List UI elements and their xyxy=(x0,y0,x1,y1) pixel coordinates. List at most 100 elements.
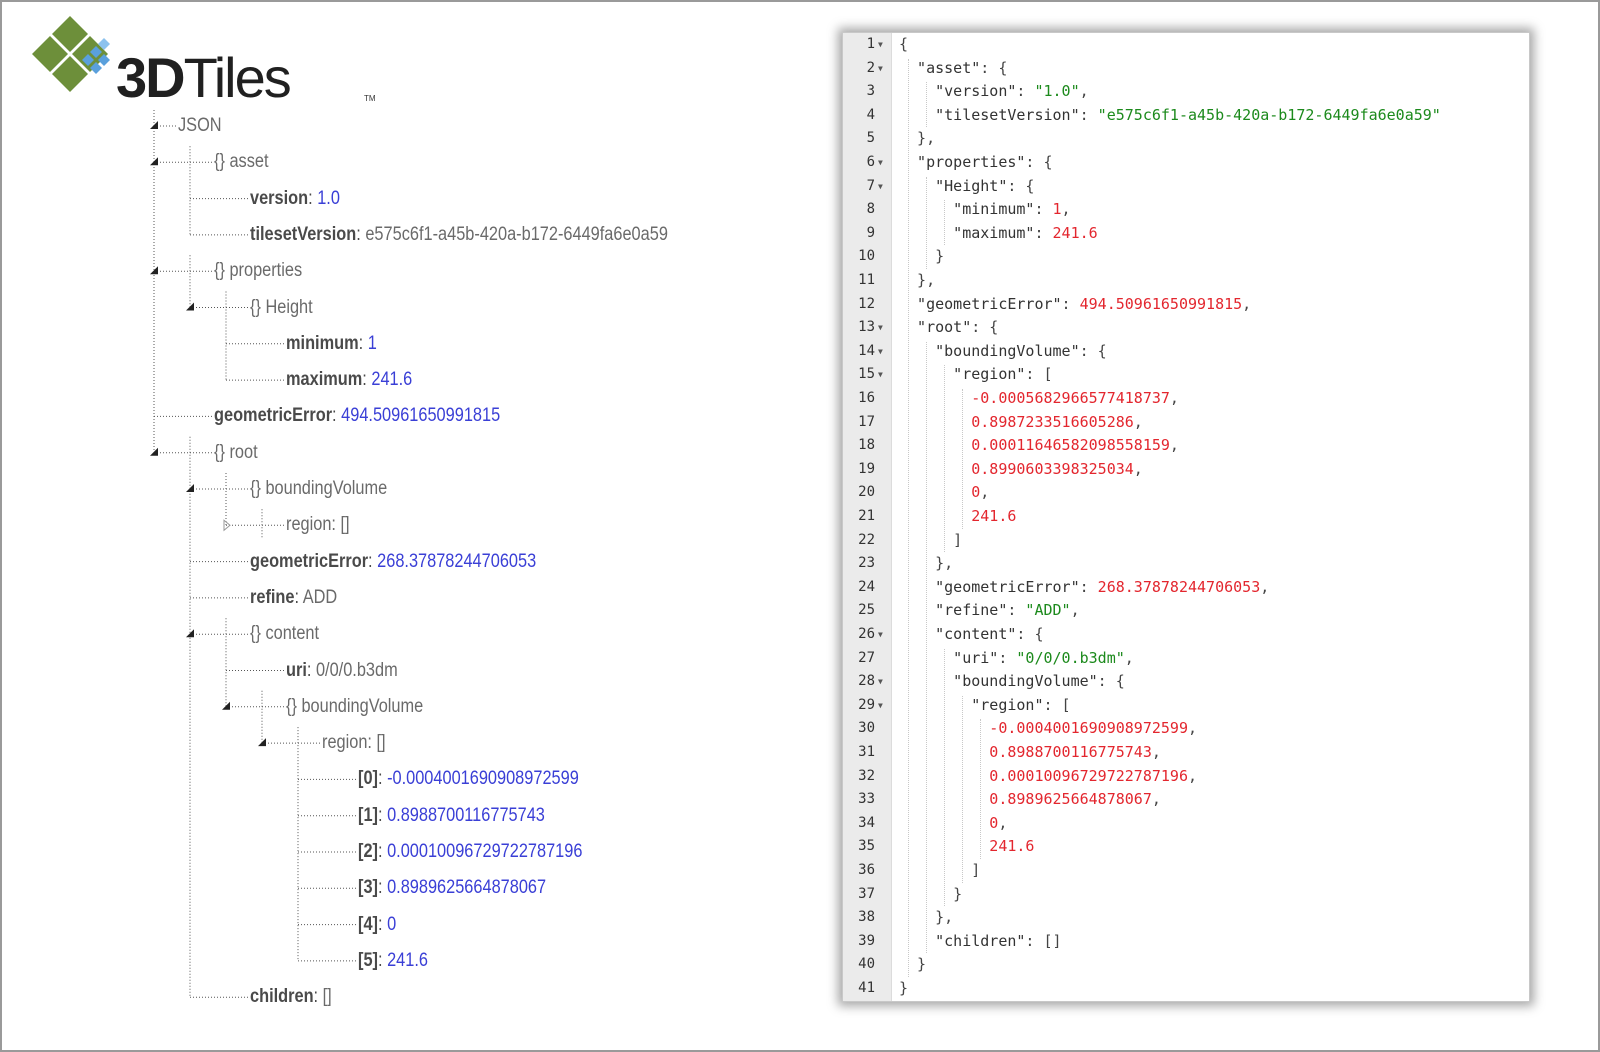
line-number: 4 xyxy=(866,106,875,123)
code-text: }, xyxy=(935,906,953,930)
line-number: 31 xyxy=(858,744,875,760)
json-number: -0.0004001690908972599 xyxy=(989,719,1188,738)
json-key: "minimum" xyxy=(953,200,1035,219)
tree-leaf-colon: : xyxy=(306,659,316,681)
code-text: 0, xyxy=(971,481,989,505)
line-number: 7 xyxy=(866,177,875,194)
collapse-triangle-icon[interactable] xyxy=(186,629,194,638)
json-number: 0.8988700116775743 xyxy=(989,743,1152,761)
tree-node[interactable]: {} Height xyxy=(250,294,313,322)
json-punctuation: : xyxy=(1061,294,1080,313)
collapse-triangle-icon[interactable] xyxy=(150,447,158,456)
tree-leaf-key: refine xyxy=(250,586,295,608)
fold-arrow-icon[interactable]: ▼ xyxy=(878,340,888,364)
fold-arrow-icon[interactable]: ▼ xyxy=(878,175,888,199)
code-text: "geometricError": 494.50961650991815, xyxy=(917,293,1251,317)
tree-leaf-key: [3] xyxy=(358,877,378,899)
code-text: "region": [ xyxy=(971,694,1070,718)
code-text: "content": { xyxy=(935,623,1043,647)
json-punctuation: : xyxy=(1034,223,1053,242)
code-line: 30 -0.0004001690908972599, xyxy=(843,717,1529,741)
indent-guide xyxy=(980,719,982,859)
code-text: 0.8989625664878067, xyxy=(989,788,1161,812)
json-punctuation: ] xyxy=(953,530,963,549)
code-line: 33 0.8989625664878067, xyxy=(843,788,1529,812)
tree-node[interactable]: {} properties xyxy=(214,257,302,285)
fold-arrow-icon[interactable]: ▼ xyxy=(878,316,888,340)
json-key: "geometricError" xyxy=(917,294,1062,313)
json-punctuation: : [ xyxy=(1043,695,1071,714)
code-text: { xyxy=(899,33,908,57)
tree-leaf: refine: ADD xyxy=(250,584,337,612)
fold-arrow-icon[interactable]: ▼ xyxy=(878,57,888,81)
tree-node[interactable]: {} content xyxy=(250,620,319,648)
tree-leaf-colon: : xyxy=(294,586,303,608)
code-line: 23}, xyxy=(843,552,1529,576)
fold-arrow-icon[interactable]: ▼ xyxy=(878,623,888,647)
code-line: 7 ▼ "Height": { xyxy=(843,175,1529,199)
line-number: 30 xyxy=(858,720,875,737)
fold-arrow-icon[interactable]: ▼ xyxy=(878,151,888,175)
code-line: 22] xyxy=(843,529,1529,553)
indent-guide xyxy=(962,695,964,883)
code-line: 6 ▼ "properties": { xyxy=(843,151,1529,175)
tree-node[interactable]: region: [] xyxy=(322,729,386,757)
fold-arrow-icon[interactable]: ▼ xyxy=(878,670,888,694)
json-punctuation: }, xyxy=(917,271,936,289)
json-punctuation: ] xyxy=(971,861,981,879)
code-text: }, xyxy=(917,269,935,293)
json-punctuation: }, xyxy=(935,908,954,927)
line-number: 28 xyxy=(858,673,875,690)
tree-leaf: [0]: -0.0004001690908972599 xyxy=(358,765,579,793)
fold-arrow-icon[interactable]: ▼ xyxy=(878,363,888,387)
json-punctuation: , xyxy=(1061,200,1071,219)
tree-node[interactable]: {} asset xyxy=(214,148,269,176)
line-number: 22 xyxy=(858,531,875,548)
collapse-triangle-icon[interactable] xyxy=(150,266,158,275)
line-number: 37 xyxy=(858,885,875,902)
line-number: 24 xyxy=(858,578,875,595)
code-line: 19 0.8990603398325034, xyxy=(843,458,1529,482)
code-line: 25 "refine": "ADD", xyxy=(843,599,1529,623)
code-line: 24 "geometricError": 268.37878244706053, xyxy=(843,576,1529,600)
tree-node[interactable]: {} root xyxy=(214,439,258,467)
tree-leaf-key: [1] xyxy=(358,804,378,826)
json-key: "refine" xyxy=(935,601,1008,620)
json-punctuation: , xyxy=(1169,389,1179,407)
json-punctuation: : { xyxy=(980,58,1008,77)
code-text: 241.6 xyxy=(971,505,1016,529)
code-text: -0.0005682966577418737, xyxy=(971,387,1179,411)
code-text: 0.00010096729722787196, xyxy=(989,765,1197,789)
tree-leaf-value: 1.0 xyxy=(317,187,340,209)
tree-node-label: {} root xyxy=(214,441,258,463)
code-line: 13 ▼ "root": { xyxy=(843,316,1529,340)
fold-arrow-icon[interactable]: ▼ xyxy=(878,694,888,718)
code-line: 29 ▼ "region": [ xyxy=(843,694,1529,718)
tree-node[interactable]: {} boundingVolume xyxy=(250,475,387,503)
code-text: }, xyxy=(935,552,953,576)
code-text: 0.8990603398325034, xyxy=(971,458,1143,482)
code-line: 20 0, xyxy=(843,481,1529,505)
line-number: 27 xyxy=(858,649,875,666)
tree-node[interactable]: region: [] xyxy=(286,511,350,539)
json-punctuation: : xyxy=(1034,200,1053,219)
json-punctuation: : { xyxy=(1097,672,1125,691)
indent-guide xyxy=(962,389,964,529)
tree-node-label: {} boundingVolume xyxy=(250,478,388,499)
code-line: 41} xyxy=(843,977,1529,1001)
code-line: 26 ▼ "content": { xyxy=(843,623,1529,647)
json-number: 0 xyxy=(971,483,981,502)
json-key: "content" xyxy=(935,625,1017,643)
code-text: "geometricError": 268.37878244706053, xyxy=(935,576,1269,600)
code-text: 0.8987233516605286, xyxy=(971,411,1143,435)
json-punctuation: , xyxy=(998,813,1008,832)
tree-leaf-key: children xyxy=(250,986,314,1008)
json-punctuation: , xyxy=(1151,743,1161,761)
tree-node-label: region: [] xyxy=(286,514,350,536)
tree-node[interactable]: {} boundingVolume xyxy=(286,693,423,721)
fold-arrow-icon[interactable]: ▼ xyxy=(878,33,888,57)
tree-node[interactable]: JSON xyxy=(178,112,222,140)
code-line: 35 241.6 xyxy=(843,835,1529,859)
tree-leaf-value: [] xyxy=(322,986,332,1008)
json-punctuation: , xyxy=(1187,719,1198,738)
